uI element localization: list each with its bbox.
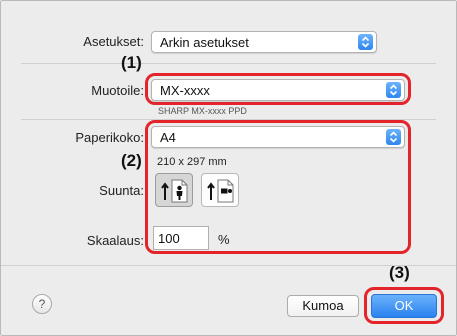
settings-label: Asetukset:	[83, 34, 144, 49]
callout-3: (3)	[389, 263, 410, 282]
orientation-portrait-button[interactable]	[155, 173, 193, 207]
help-icon[interactable]: ?	[32, 294, 52, 314]
ok-button[interactable]: OK	[371, 294, 437, 318]
stepper-arrows-icon	[386, 82, 401, 98]
format-printer-sublabel: SHARP MX-xxxx PPD	[158, 106, 247, 116]
scale-label: Skaalaus:	[86, 233, 144, 248]
paper-size-label: Paperikoko:	[75, 130, 144, 145]
scale-value: 100	[158, 231, 180, 246]
format-value: MX-xxxx	[160, 83, 210, 98]
orientation-label: Suunta:	[99, 183, 144, 198]
format-label: Muotoile:	[91, 83, 144, 98]
settings-popup[interactable]: Arkin asetukset	[151, 31, 377, 53]
orientation-landscape-button[interactable]	[201, 173, 239, 207]
bottom-separator	[1, 265, 456, 266]
scale-input[interactable]: 100	[153, 226, 209, 250]
scale-unit: %	[218, 232, 230, 247]
top-separator	[21, 63, 436, 64]
landscape-person-icon	[206, 177, 236, 210]
cancel-button[interactable]: Kumoa	[287, 295, 359, 317]
callout-1: (1)	[121, 53, 142, 72]
stepper-arrows-icon	[358, 34, 373, 50]
callout-2: (2)	[121, 151, 142, 170]
format-popup[interactable]: MX-xxxx	[151, 79, 405, 101]
paper-size-popup[interactable]: A4	[151, 126, 405, 148]
portrait-person-icon	[160, 177, 190, 210]
page-setup-dialog: Asetukset: Arkin asetukset (1) Muotoile:…	[0, 0, 457, 336]
settings-value: Arkin asetukset	[160, 35, 249, 50]
paper-dimensions: 210 x 297 mm	[157, 156, 227, 168]
paper-size-value: A4	[160, 130, 176, 145]
stepper-arrows-icon	[386, 129, 401, 145]
